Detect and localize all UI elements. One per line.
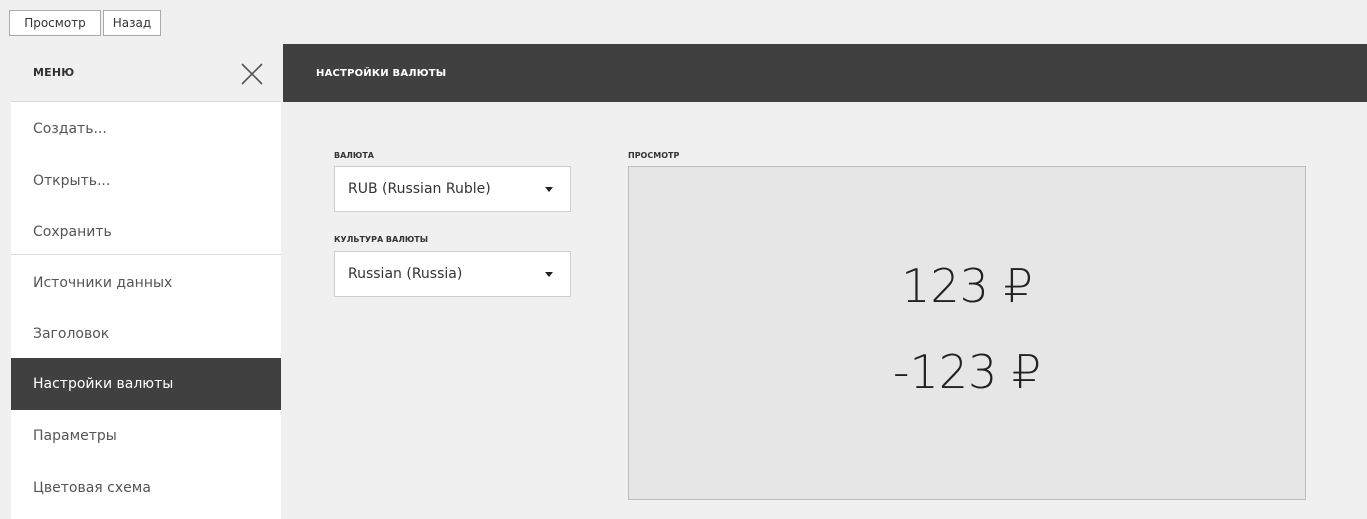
- preview-label: ПРОСМОТР: [628, 151, 680, 160]
- main-panel: НАСТРОЙКИ ВАЛЮТЫ ВАЛЮТА RUB (Russian Rub…: [283, 44, 1367, 519]
- sidebar-menu: МЕНЮ Создать... Открыть... Сохранить Ист…: [11, 44, 281, 519]
- menu-item-label: Сохранить: [33, 224, 112, 240]
- menu-item-label: Заголовок: [33, 326, 110, 342]
- preview-button[interactable]: Просмотр: [9, 10, 101, 36]
- menu-item-currency-settings[interactable]: Настройки валюты: [11, 358, 281, 410]
- page-title: НАСТРОЙКИ ВАЛЮТЫ: [316, 68, 447, 79]
- sidebar-title: МЕНЮ: [33, 66, 75, 79]
- menu-item-label: Параметры: [33, 428, 117, 444]
- menu-divider: [11, 254, 281, 255]
- menu-item-color-scheme[interactable]: Цветовая схема: [11, 462, 281, 514]
- currency-select[interactable]: RUB (Russian Ruble): [334, 166, 571, 212]
- caret-down-icon: [545, 187, 553, 192]
- menu-item-label: Создать...: [33, 121, 107, 137]
- main-header: НАСТРОЙКИ ВАЛЮТЫ: [283, 44, 1367, 102]
- caret-down-icon: [545, 272, 553, 277]
- menu-item-title[interactable]: Заголовок: [11, 308, 281, 360]
- currency-select-value: RUB (Russian Ruble): [348, 181, 491, 197]
- top-toolbar: Просмотр Назад: [0, 0, 1367, 44]
- currency-preview-box: 123 ₽ -123 ₽: [628, 166, 1306, 500]
- sidebar-header: МЕНЮ: [11, 44, 281, 102]
- menu-item-label: Настройки валюты: [33, 376, 174, 392]
- currency-culture-select[interactable]: Russian (Russia): [334, 251, 571, 297]
- menu-item-open[interactable]: Открыть...: [11, 155, 281, 207]
- menu-item-label: Источники данных: [33, 275, 173, 291]
- currency-label: ВАЛЮТА: [334, 151, 374, 160]
- preview-positive-value: 123 ₽: [901, 259, 1033, 313]
- menu-item-label: Цветовая схема: [33, 480, 151, 496]
- menu-item-create[interactable]: Создать...: [11, 103, 281, 155]
- menu-item-save[interactable]: Сохранить: [11, 206, 281, 258]
- menu-item-label: Открыть...: [33, 173, 111, 189]
- preview-negative-value: -123 ₽: [892, 345, 1042, 399]
- menu-item-data-sources[interactable]: Источники данных: [11, 257, 281, 309]
- close-icon[interactable]: [239, 61, 265, 87]
- currency-culture-label: КУЛЬТУРА ВАЛЮТЫ: [334, 235, 428, 244]
- back-button[interactable]: Назад: [103, 10, 161, 36]
- currency-culture-select-value: Russian (Russia): [348, 266, 463, 282]
- menu-item-parameters[interactable]: Параметры: [11, 410, 281, 462]
